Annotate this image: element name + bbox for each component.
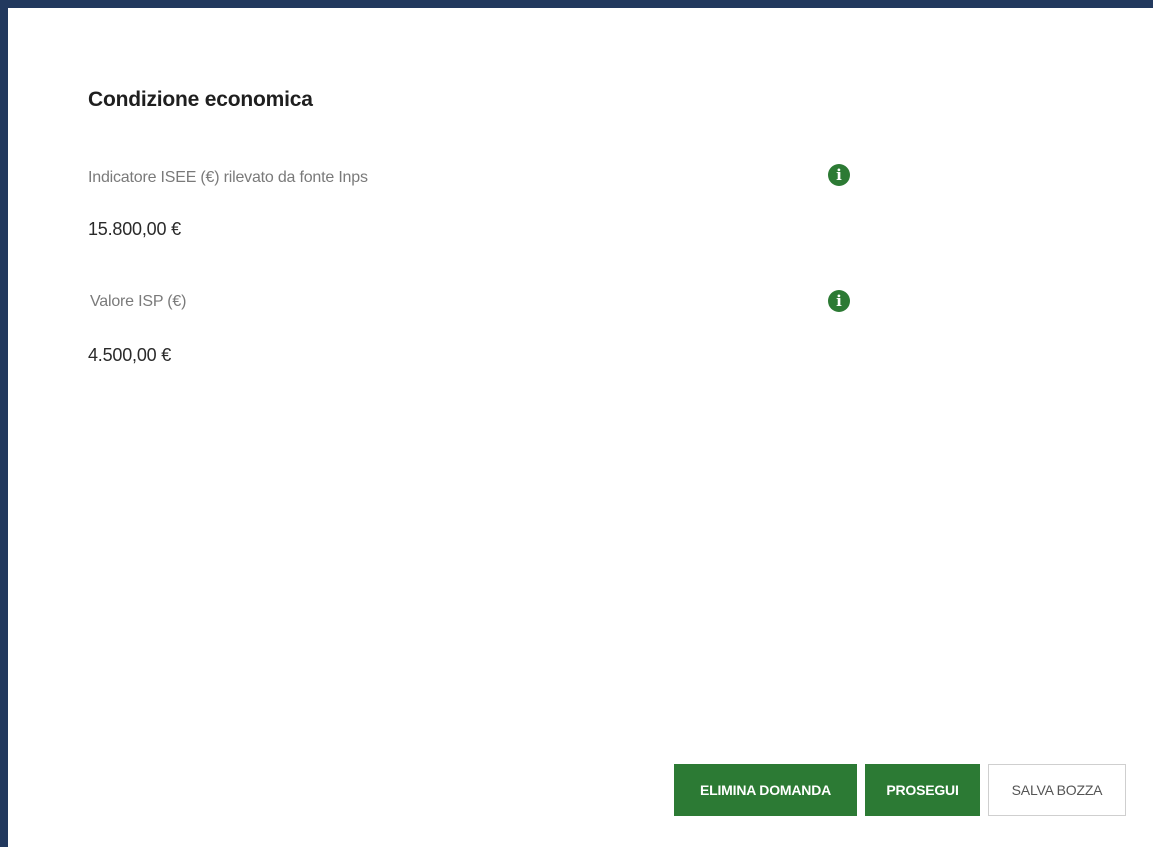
isp-label: Valore ISP (€) [90,293,187,310]
isee-value: 15.800,00 € [88,219,181,239]
section-title: Condizione economica [88,88,313,111]
save-draft-button[interactable]: SALVA BOZZA [988,764,1126,816]
info-icon[interactable]: i [828,164,850,186]
info-icon[interactable]: i [828,290,850,312]
form-panel: Condizione economica Indicatore ISEE (€)… [0,0,1153,847]
continue-button[interactable]: PROSEGUI [865,764,980,816]
isee-label: Indicatore ISEE (€) rilevato da fonte In… [88,169,368,186]
isp-value: 4.500,00 € [88,345,172,365]
delete-application-button[interactable]: ELIMINA DOMANDA [674,764,857,816]
